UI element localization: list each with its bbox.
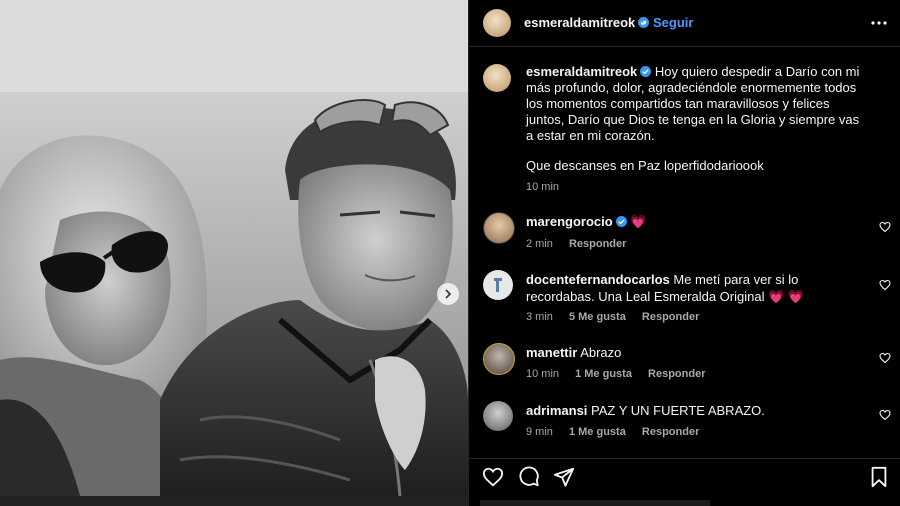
reply-button[interactable]: Responder	[642, 426, 699, 438]
avatar-letter-icon	[494, 278, 502, 292]
follow-button[interactable]: Seguir	[653, 15, 693, 30]
bookmark-icon[interactable]	[868, 466, 890, 488]
comment-meta: 10 min 1 Me gusta Responder	[526, 368, 718, 380]
verified-badge-icon	[640, 66, 652, 77]
comment-avatar[interactable]	[483, 270, 513, 300]
post-image	[0, 0, 468, 506]
like-heart-icon[interactable]	[482, 466, 504, 488]
comment-username[interactable]: adrimansi	[526, 403, 587, 418]
separator-dot: •	[642, 15, 647, 30]
comment-avatar[interactable]	[483, 401, 513, 431]
comment-username[interactable]: marengorocio	[526, 214, 613, 229]
share-icon[interactable]	[553, 466, 575, 488]
comment-item: marengorocio 💗	[526, 213, 866, 230]
caption-text-2: Que descanses en Paz loperfidodarioook	[526, 158, 764, 173]
heart-icon[interactable]	[879, 352, 891, 364]
comment-avatar[interactable]	[483, 212, 515, 244]
heart-icon[interactable]	[879, 221, 891, 233]
more-options-icon[interactable]	[868, 12, 890, 34]
author-avatar[interactable]	[483, 9, 511, 37]
likes-count[interactable]: 5 Me gusta	[569, 311, 626, 323]
verified-badge-icon	[615, 216, 627, 227]
author-username[interactable]: esmeraldamitreok	[524, 15, 650, 30]
heart-icon[interactable]	[879, 279, 891, 291]
post-photo	[0, 0, 468, 506]
reply-button[interactable]: Responder	[569, 238, 626, 250]
caption-avatar[interactable]	[483, 64, 511, 92]
comment-text: PAZ Y UN FUERTE ABRAZO.	[591, 403, 765, 418]
comment-text: Abrazo	[580, 345, 622, 360]
comment-username[interactable]: docentefernandocarlos	[526, 272, 670, 287]
caption-time: 10 min	[526, 181, 560, 193]
comment-avatar[interactable]	[483, 343, 515, 375]
comment-time: 10 min	[526, 368, 560, 380]
comment-item: adrimansi PAZ Y UN FUERTE ABRAZO.	[526, 402, 866, 419]
carousel-next-button[interactable]	[437, 283, 459, 305]
reply-button[interactable]: Responder	[642, 311, 699, 323]
likes-count[interactable]: 1 Me gusta	[575, 368, 632, 380]
comment-item: docentefernandocarlos Me metí para ver s…	[526, 271, 866, 305]
comment-username[interactable]: manettir	[526, 345, 577, 360]
comment-meta: 9 min 1 Me gusta Responder	[526, 426, 712, 438]
chevron-right-icon	[445, 289, 452, 299]
comment-time: 2 min	[526, 238, 553, 250]
likes-count[interactable]: 1 Me gusta	[569, 426, 626, 438]
caption-username[interactable]: esmeraldamitreok	[526, 64, 637, 79]
likes-preview-strip	[480, 500, 710, 506]
comment-icon[interactable]	[518, 466, 540, 488]
comment-meta: 2 min Responder	[526, 238, 639, 250]
caption-meta: 10 min	[526, 181, 572, 193]
comment-meta: 3 min 5 Me gusta Responder	[526, 311, 712, 323]
comment-text: 💗	[630, 214, 647, 229]
header-divider	[469, 46, 900, 47]
comment-item: manettir Abrazo	[526, 344, 866, 361]
comment-time: 9 min	[526, 426, 553, 438]
reply-button[interactable]: Responder	[648, 368, 705, 380]
heart-icon[interactable]	[879, 409, 891, 421]
comment-time: 3 min	[526, 311, 553, 323]
post-caption: esmeraldamitreok Hoy quiero despedir a D…	[526, 64, 866, 174]
